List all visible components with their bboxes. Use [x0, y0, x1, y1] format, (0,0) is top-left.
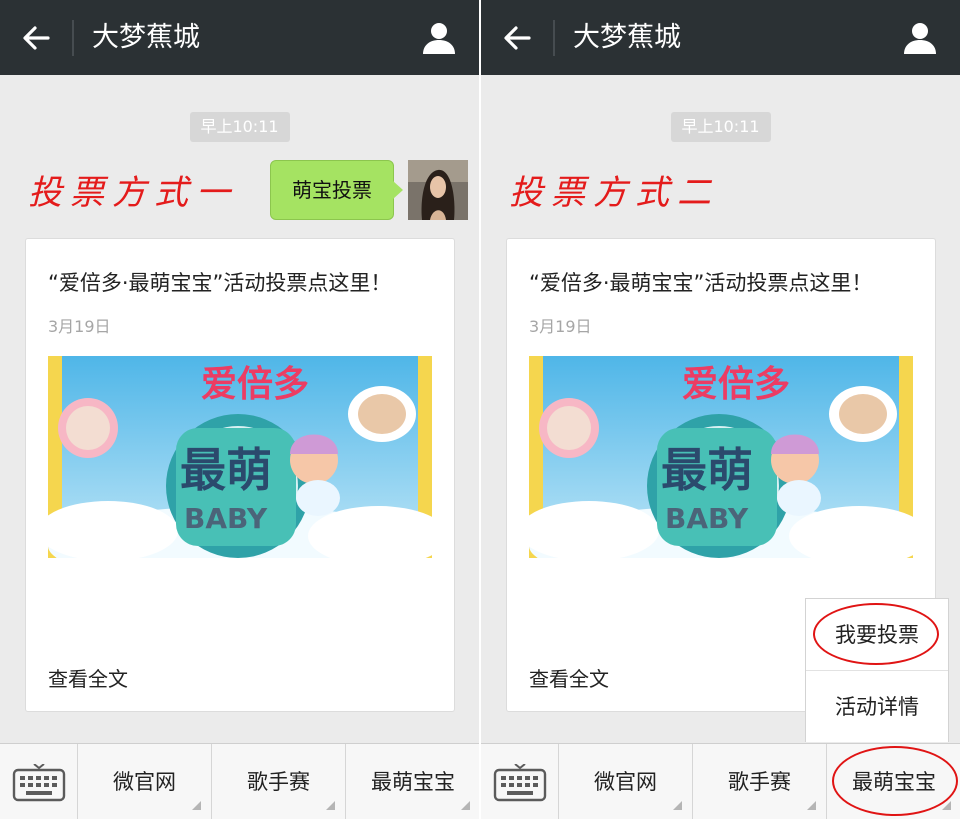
chat-title: 大梦蕉城 — [92, 22, 200, 53]
keyboard-icon — [493, 764, 547, 802]
article-date: 3月19日 — [529, 317, 592, 336]
popup-item-event-details[interactable]: 活动详情 — [806, 671, 948, 743]
sent-message-bubble[interactable]: 萌宝投票 — [270, 160, 403, 220]
header-divider — [72, 20, 74, 56]
menu-label: 最萌宝宝 — [371, 770, 455, 794]
submenu-indicator-icon — [673, 801, 682, 810]
menu-button-cutest-baby[interactable]: 最萌宝宝 — [346, 744, 479, 819]
submenu-indicator-icon — [807, 801, 816, 810]
menu-label: 微官网 — [113, 770, 176, 794]
bottom-menu-bar: 微官网 歌手赛 最萌宝宝 — [0, 743, 479, 819]
article-card[interactable]: “爱倍多·最萌宝宝”活动投票点这里！ 3月19日 爱倍多 最萌 BABY 查看全… — [25, 238, 455, 712]
keyboard-toggle-button[interactable] — [481, 744, 559, 819]
banner-main-text: 最萌 — [661, 443, 753, 497]
menu-button-singer-contest[interactable]: 歌手赛 — [212, 744, 346, 819]
chat-pane-method-one: 大梦蕉城 早上10:11 投票方式一 萌宝投票 “爱倍多·最萌宝宝”活动投票点这… — [0, 0, 479, 819]
article-title: “爱倍多·最萌宝宝”活动投票点这里！ — [48, 271, 392, 295]
article-title: “爱倍多·最萌宝宝”活动投票点这里！ — [529, 271, 873, 295]
banner-brand-text: 爱倍多 — [201, 364, 309, 405]
menu-label: 歌手赛 — [247, 770, 310, 794]
read-more-link[interactable]: 查看全文 — [529, 663, 609, 692]
banner-sub-text: BABY — [184, 502, 268, 535]
chat-title: 大梦蕉城 — [573, 22, 681, 53]
read-more-link[interactable]: 查看全文 — [48, 663, 128, 692]
keyboard-icon — [12, 764, 66, 802]
submenu-indicator-icon — [326, 801, 335, 810]
submenu-indicator-icon — [461, 801, 470, 810]
article-banner-image: 爱倍多 最萌 BABY — [48, 356, 432, 558]
user-profile-icon[interactable] — [902, 20, 938, 56]
timestamp: 早上10:11 — [670, 112, 771, 142]
menu-button-singer-contest[interactable]: 歌手赛 — [693, 744, 827, 819]
banner-sub-text: BABY — [665, 502, 749, 535]
highlight-circle-cutest-baby — [832, 746, 958, 816]
menu-label: 微官网 — [594, 770, 657, 794]
vote-method-annotation: 投票方式二 — [509, 173, 719, 213]
top-bar: 大梦蕉城 — [0, 0, 479, 75]
banner-brand-text: 爱倍多 — [682, 364, 790, 405]
article-banner-image: 爱倍多 最萌 BABY — [529, 356, 913, 558]
menu-label: 歌手赛 — [728, 770, 791, 794]
article-date: 3月19日 — [48, 317, 111, 336]
menu-button-website[interactable]: 微官网 — [559, 744, 693, 819]
submenu-indicator-icon — [192, 801, 201, 810]
arrow-left-icon[interactable] — [501, 22, 533, 54]
top-bar: 大梦蕉城 — [481, 0, 960, 75]
highlight-circle-vote — [813, 603, 939, 665]
user-profile-icon[interactable] — [421, 20, 457, 56]
banner-main-text: 最萌 — [180, 443, 272, 497]
header-divider — [553, 20, 555, 56]
avatar[interactable] — [408, 160, 468, 220]
vote-method-annotation: 投票方式一 — [28, 173, 238, 213]
arrow-left-icon[interactable] — [20, 22, 52, 54]
timestamp: 早上10:11 — [189, 112, 290, 142]
keyboard-toggle-button[interactable] — [0, 744, 78, 819]
menu-button-website[interactable]: 微官网 — [78, 744, 212, 819]
